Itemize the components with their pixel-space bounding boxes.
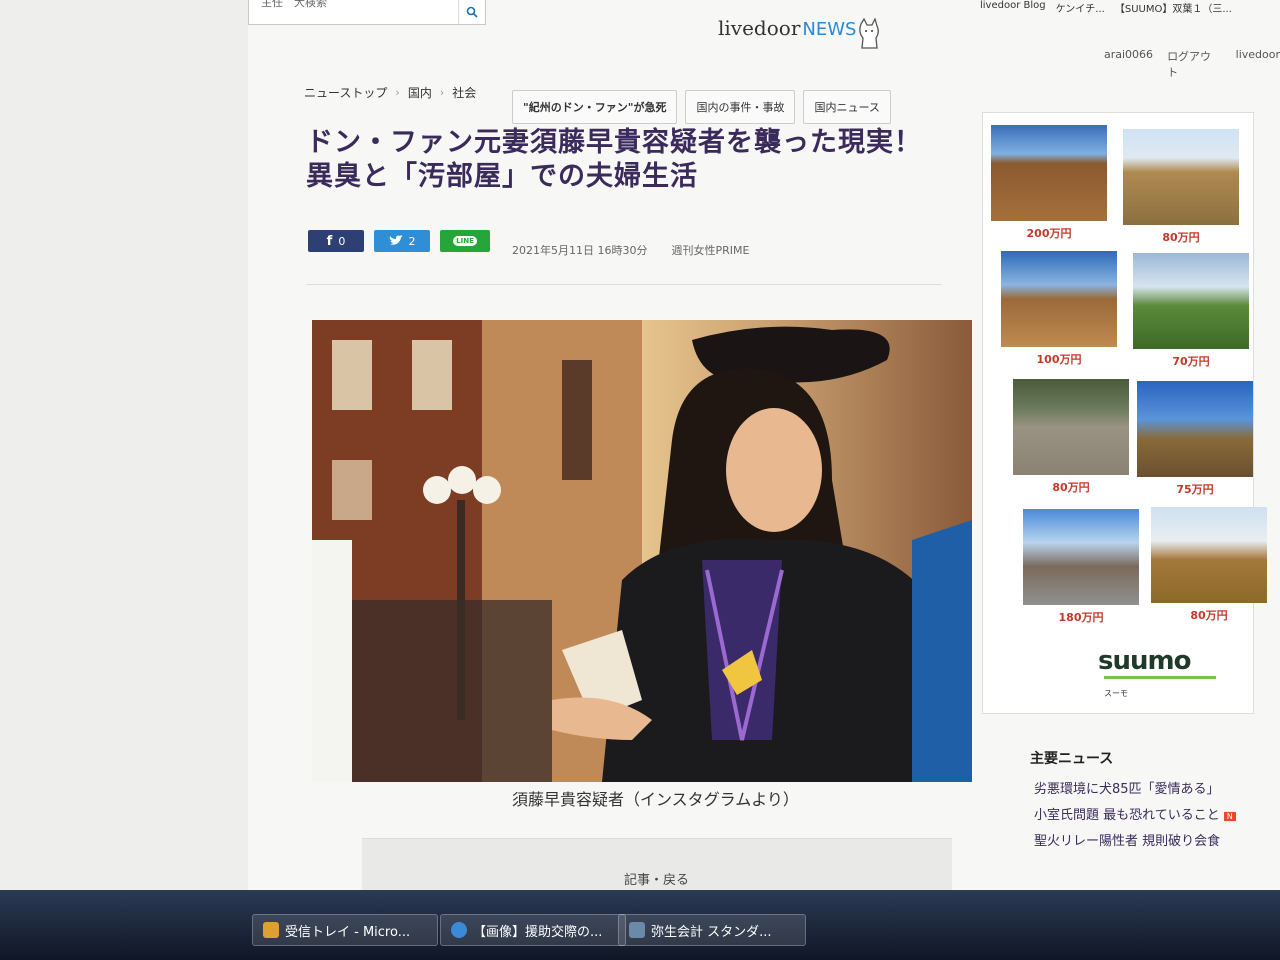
ad-price: 80万円 (1052, 481, 1090, 494)
facebook-count: 0 (338, 234, 346, 248)
divider (306, 284, 942, 285)
ad-thumbnail (1133, 253, 1249, 349)
ad-listing[interactable]: 80万円 (1119, 125, 1243, 251)
news-link[interactable]: 聖火リレー陽性者 規則破り会食 (1034, 830, 1236, 856)
taskbar-item-ie[interactable]: 【画像】援助交際の... (440, 914, 626, 946)
site-logo[interactable]: livedoor NEWS (718, 16, 856, 40)
ad-thumbnail (1023, 509, 1139, 605)
left-gutter (0, 0, 248, 890)
search-button[interactable] (458, 0, 485, 24)
fav-link[interactable]: ケンイチ... (1056, 0, 1105, 15)
search-input-text: 主任 大検索 (261, 0, 327, 9)
facebook-icon: f (326, 233, 333, 249)
breadcrumb-item[interactable]: 社会 (452, 84, 476, 101)
suumo-sub: スーモ (1104, 689, 1128, 698)
ad-thumbnail (991, 125, 1107, 221)
line-icon: LINE (453, 236, 477, 246)
ad-price: 70万円 (1172, 355, 1210, 368)
chevron-right-icon: › (395, 86, 400, 99)
yayoi-icon (629, 922, 645, 938)
line-share-button[interactable]: LINE (440, 230, 490, 252)
article-date: 2021年5月11日 16時30分 (512, 244, 648, 257)
ad-listing[interactable]: 180万円 (1019, 505, 1143, 631)
ad-price: 80万円 (1162, 231, 1200, 244)
brand-news: NEWS (802, 19, 857, 40)
next-article-label: 記事・戻る (624, 873, 690, 888)
breadcrumb-item[interactable]: ニューストップ (304, 84, 387, 101)
ad-listing[interactable]: 75万円 (1133, 377, 1257, 503)
breadcrumb: ニューストップ › 国内 › 社会 (304, 84, 476, 101)
main-news-heading: 主要ニュース (1030, 751, 1114, 767)
topic-tag[interactable]: 国内ニュース (803, 90, 891, 124)
ad-listing[interactable]: 100万円 (997, 247, 1121, 373)
photo-illustration (312, 320, 972, 782)
photo-caption: 須藤早貴容疑者（インスタグラムより） (512, 790, 799, 809)
next-article-box[interactable]: 記事・戻る (362, 838, 952, 891)
taskbar-item-yayoi[interactable]: 弥生会計 スタンダ... (618, 914, 806, 946)
search-icon (466, 6, 478, 18)
share-buttons: f 0 2 LINE (308, 230, 490, 252)
ad-price: 200万円 (1026, 227, 1072, 240)
ie-icon (451, 922, 467, 938)
user-bar: arai0066 ログアウト livedoor (1104, 48, 1280, 80)
logout-link[interactable]: ログアウト (1167, 48, 1222, 80)
taskbar-item-outlook[interactable]: 受信トレイ - Micro... (252, 914, 438, 946)
topic-tag[interactable]: 国内の事件・事故 (685, 90, 796, 124)
real-estate-ad[interactable]: 200万円 80万円 100万円 70万円 80万円 75万円 180万円 80… (982, 112, 1267, 714)
news-link-wrap[interactable]: 小室氏問題 最も恐れていること N (1034, 804, 1236, 830)
main-news-list: 劣悪環境に犬85匹「愛情ある」 小室氏問題 最も恐れていること N 聖火リレー陽性… (1034, 778, 1236, 856)
article-meta: 2021年5月11日 16時30分 週刊女性PRIME (512, 242, 749, 258)
windows-taskbar: 受信トレイ - Micro... 【画像】援助交際の... 弥生会計 スタンダ.… (0, 890, 1280, 960)
article-title: ドン・ファン元妻須藤早貴容疑者を襲った現実！ 異臭と「汚部屋」での夫婦生活 (306, 126, 946, 194)
browser-favorites: livedoor Blog ケンイチ... 【SUUMO】双葉１（三... (980, 0, 1232, 15)
ad-thumbnail (1137, 381, 1253, 477)
news-link[interactable]: 劣悪環境に犬85匹「愛情ある」 (1034, 778, 1236, 804)
chevron-right-icon: › (439, 86, 445, 99)
ad-price: 80万円 (1190, 609, 1228, 622)
search-input[interactable]: 主任 大検索 (248, 0, 486, 25)
ad-price: 180万円 (1058, 611, 1104, 624)
ad-thumbnail (1151, 507, 1267, 603)
breadcrumb-item[interactable]: 国内 (408, 84, 432, 101)
brand-livedoor: livedoor (718, 16, 801, 40)
ad-thumbnail (1123, 129, 1239, 225)
dog-mascot-icon (859, 18, 879, 49)
fav-link[interactable]: livedoor Blog (980, 0, 1046, 15)
livedoor-link[interactable]: livedoor (1236, 48, 1280, 80)
suumo-logo[interactable]: suumo (1098, 646, 1191, 676)
ad-listing[interactable]: 80万円 (1147, 503, 1271, 629)
ad-listing[interactable]: 70万円 (1129, 249, 1253, 375)
article-photo (312, 320, 972, 782)
taskbar-item-label: 弥生会計 スタンダ... (651, 924, 772, 940)
twitter-share-button[interactable]: 2 (374, 230, 430, 252)
ad-thumbnail (1013, 379, 1129, 475)
article-title-line: ドン・ファン元妻須藤早貴容疑者を襲った現実！ (306, 127, 922, 158)
ad-listing[interactable]: 80万円 (1009, 375, 1133, 501)
ad-thumbnail (1001, 251, 1117, 347)
outlook-icon (263, 922, 279, 938)
topic-tag[interactable]: "紀州のドン・ファン"が急死 (512, 90, 678, 124)
ad-listing[interactable]: 200万円 (987, 121, 1111, 247)
facebook-share-button[interactable]: f 0 (308, 230, 364, 252)
fav-link[interactable]: 【SUUMO】双葉１（三... (1115, 0, 1232, 15)
article-source[interactable]: 週刊女性PRIME (671, 242, 749, 258)
ad-price: 100万円 (1036, 353, 1082, 366)
suumo-logo-underline (1104, 676, 1216, 679)
taskbar-item-label: 【画像】援助交際の... (473, 924, 603, 940)
topic-tags: "紀州のドン・ファン"が急死 国内の事件・事故 国内ニュース (512, 90, 891, 124)
twitter-icon (389, 235, 403, 245)
article-title-line: 異臭と「汚部屋」での夫婦生活 (306, 161, 698, 192)
twitter-count: 2 (408, 234, 416, 248)
ad-price: 75万円 (1176, 483, 1214, 496)
new-badge: N (1223, 812, 1236, 821)
news-link[interactable]: 小室氏問題 最も恐れていること (1034, 808, 1220, 823)
username[interactable]: arai0066 (1104, 48, 1153, 80)
taskbar-item-label: 受信トレイ - Micro... (285, 924, 411, 940)
